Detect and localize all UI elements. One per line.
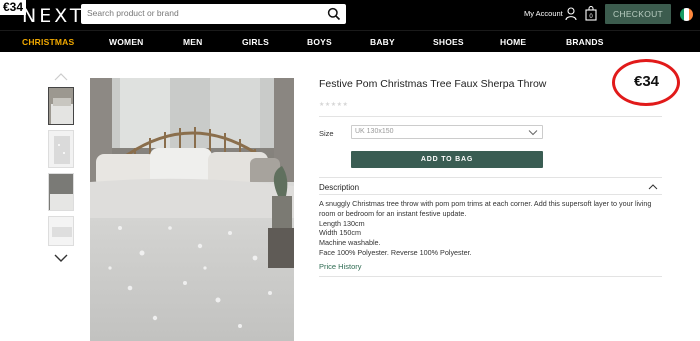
- size-selected-value: UK 130x150: [355, 128, 394, 135]
- nav-brands[interactable]: BRANDS: [566, 37, 604, 47]
- my-account-link[interactable]: My Account: [524, 9, 563, 18]
- nav-home[interactable]: HOME: [500, 37, 526, 47]
- product-title: Festive Pom Christmas Tree Faux Sherpa T…: [319, 78, 547, 90]
- checkout-button[interactable]: CHECKOUT: [605, 4, 671, 24]
- chevron-up-icon[interactable]: [54, 73, 68, 81]
- divider: [319, 177, 662, 178]
- description-width: Width 150cm: [319, 228, 361, 237]
- thumbnail-4[interactable]: [48, 216, 74, 246]
- nav-boys[interactable]: BOYS: [307, 37, 332, 47]
- product-page: NEXT Search product or brand My Account …: [0, 0, 700, 341]
- size-label: Size: [319, 129, 334, 138]
- nav-women[interactable]: WOMEN: [109, 37, 144, 47]
- product-main-image[interactable]: [90, 78, 294, 341]
- main-nav: CHRISTMAS WOMEN MEN GIRLS BOYS BABY SHOE…: [0, 30, 700, 52]
- chevron-down-icon: [528, 130, 538, 136]
- search-box[interactable]: Search product or brand: [81, 4, 346, 24]
- svg-text:0: 0: [589, 14, 593, 20]
- nav-girls[interactable]: GIRLS: [242, 37, 269, 47]
- rating-stars[interactable]: ★★★★★: [319, 101, 348, 108]
- nav-shoes[interactable]: SHOES: [433, 37, 464, 47]
- ireland-flag-icon[interactable]: [680, 8, 693, 21]
- divider: [319, 194, 662, 195]
- bag-icon[interactable]: 0: [585, 6, 597, 21]
- divider: [319, 116, 662, 117]
- corner-price-label: €34: [0, 0, 27, 15]
- price-history-link[interactable]: Price History: [319, 262, 362, 271]
- thumbnail-1[interactable]: [48, 87, 74, 125]
- chevron-up-icon[interactable]: [648, 183, 658, 190]
- thumbnail-3[interactable]: [48, 173, 74, 211]
- search-icon[interactable]: [327, 7, 341, 21]
- top-header: NEXT Search product or brand My Account …: [0, 0, 700, 30]
- nav-christmas[interactable]: CHRISTMAS: [22, 37, 74, 47]
- thumbnail-2[interactable]: [48, 130, 74, 168]
- description-text: A snuggly Christmas tree throw with pom …: [319, 199, 652, 218]
- price-highlight-circle: [612, 59, 680, 106]
- search-input[interactable]: Search product or brand: [87, 8, 179, 18]
- add-to-bag-button[interactable]: ADD TO BAG: [351, 151, 543, 168]
- divider: [319, 276, 662, 277]
- next-logo[interactable]: NEXT: [22, 5, 85, 27]
- description-composition: Face 100% Polyester. Reverse 100% Polyes…: [319, 248, 472, 257]
- user-icon[interactable]: [565, 7, 577, 21]
- description-care: Machine washable.: [319, 238, 381, 247]
- chevron-down-icon[interactable]: [54, 253, 68, 263]
- description-heading[interactable]: Description: [319, 183, 359, 192]
- nav-baby[interactable]: BABY: [370, 37, 395, 47]
- size-select[interactable]: UK 130x150: [351, 125, 543, 139]
- nav-men[interactable]: MEN: [183, 37, 203, 47]
